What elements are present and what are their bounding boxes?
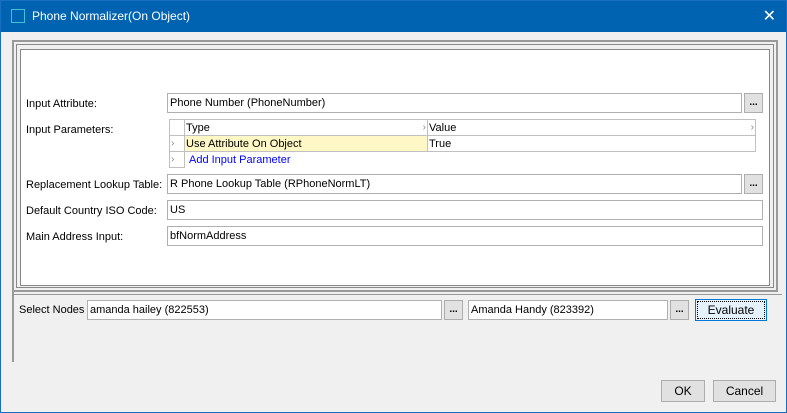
country-iso-label: Default Country ISO Code:	[26, 205, 157, 217]
node1-field[interactable]: amanda hailey (822553)	[87, 300, 442, 320]
chevron-right-icon: ›	[422, 121, 426, 133]
column-header-type[interactable]: Type ›	[184, 119, 428, 136]
column-header-value[interactable]: Value ›	[427, 119, 756, 136]
cancel-button[interactable]: Cancel	[713, 380, 776, 402]
add-input-parameter-link[interactable]: Add Input Parameter	[185, 152, 428, 168]
input-attribute-browse-button[interactable]: ...	[744, 93, 763, 113]
select-nodes-label: Select Nodes	[19, 304, 85, 316]
input-parameters-label: Input Parameters:	[26, 124, 114, 136]
divider	[12, 294, 782, 295]
input-attribute-label: Input Attribute:	[26, 98, 97, 110]
replacement-lookup-field[interactable]: R Phone Lookup Table (RPhoneNormLT)	[167, 174, 742, 194]
replacement-lookup-label: Replacement Lookup Table:	[26, 179, 163, 191]
table-header: Type › Value ›	[169, 119, 756, 136]
main-address-label: Main Address Input:	[26, 231, 124, 243]
chevron-right-icon: ›	[750, 121, 754, 133]
ok-button[interactable]: OK	[661, 380, 705, 402]
dialog-window: Phone Normalizer(On Object) ✕ Input Attr…	[0, 0, 787, 413]
add-row: › Add Input Parameter	[169, 151, 756, 168]
node1-browse-button[interactable]: ...	[444, 300, 463, 320]
row-expand-icon: ›	[169, 151, 185, 168]
close-icon[interactable]: ✕	[763, 6, 776, 26]
main-address-field[interactable]: bfNormAddress	[167, 226, 763, 246]
node2-field[interactable]: Amanda Handy (823392)	[468, 300, 668, 320]
cell-value[interactable]: True	[427, 135, 756, 152]
country-iso-field[interactable]: US	[167, 200, 763, 220]
row-expand-icon[interactable]: ›	[169, 135, 185, 152]
evaluate-button[interactable]: Evaluate	[695, 299, 767, 321]
input-attribute-field[interactable]: Phone Number (PhoneNumber)	[167, 93, 742, 113]
app-icon	[11, 9, 25, 23]
window-title: Phone Normalizer(On Object)	[32, 9, 191, 23]
divider	[12, 292, 14, 362]
cell-type[interactable]: Use Attribute On Object	[184, 135, 428, 152]
node2-browse-button[interactable]: ...	[670, 300, 689, 320]
replacement-lookup-browse-button[interactable]: ...	[744, 174, 763, 194]
title-bar: Phone Normalizer(On Object) ✕	[1, 1, 786, 32]
table-row[interactable]: › Use Attribute On Object True	[169, 135, 756, 152]
input-parameters-table: Type › Value › › Use Attribute On Object T…	[169, 119, 756, 168]
